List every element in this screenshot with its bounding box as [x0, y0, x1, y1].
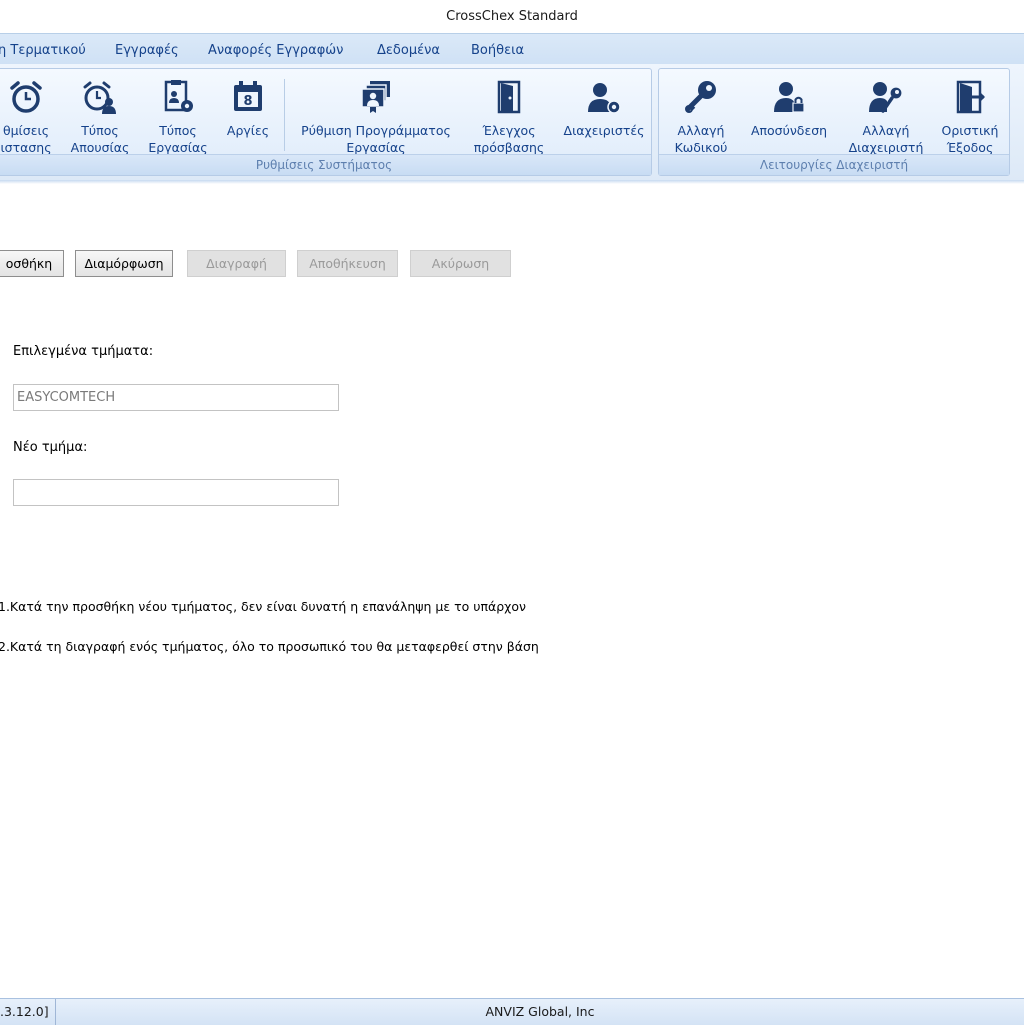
- modify-button[interactable]: Διαμόρφωση: [75, 250, 173, 277]
- selected-departments-label: Επιλεγμένα τμήματα:: [13, 344, 154, 359]
- status-version: .3.12.0]: [0, 999, 56, 1025]
- exit-button[interactable]: Οριστική Έξοδος: [933, 69, 1007, 155]
- change-password-button[interactable]: Αλλαγή Κωδικού: [663, 69, 739, 155]
- selected-departments-field[interactable]: [13, 384, 339, 411]
- status-company: ANVIZ Global, Inc: [485, 1004, 595, 1019]
- exit-icon: [956, 80, 985, 114]
- title-bar: CrossChex Standard: [0, 0, 1024, 32]
- exit-label: Οριστική Έξοδος: [941, 123, 999, 155]
- user-key-icon: [869, 82, 903, 113]
- change-admin-button[interactable]: Αλλαγή Διαχειριστή: [845, 69, 927, 155]
- change-admin-label: Αλλαγή Διαχειριστή: [848, 123, 924, 155]
- status-bar: .3.12.0] ANVIZ Global, Inc: [0, 998, 1024, 1025]
- work-type-button[interactable]: Τύπος Εργασίας: [144, 69, 212, 155]
- add-button[interactable]: οσθήκη: [0, 250, 64, 277]
- schedule-icon: [361, 81, 390, 113]
- admin-functions-caption: Λειτουργίες Διαχειριστή: [659, 154, 1009, 175]
- change-password-label: Αλλαγή Κωδικού: [674, 123, 728, 155]
- menu-data[interactable]: Δεδομένα: [377, 34, 440, 64]
- menu-help[interactable]: Βοήθεια: [471, 34, 524, 64]
- delete-button[interactable]: Διαγραφή: [187, 250, 286, 277]
- holidays-label: Αργίες: [226, 123, 270, 138]
- access-control-button[interactable]: Έλεγχος πρόσβασης: [467, 69, 551, 155]
- absence-type-button[interactable]: Τύπος Απουσίας: [66, 69, 134, 155]
- access-control-label: Έλεγχος πρόσβασης: [473, 123, 545, 155]
- system-settings-caption: Ρυθμίσεις Συστήματος: [0, 154, 651, 175]
- menu-records[interactable]: Εγγραφές: [115, 34, 179, 64]
- alarm-clock-icon: [10, 81, 42, 113]
- ribbon-separator: [284, 79, 285, 151]
- absence-type-label: Τύπος Απουσίας: [70, 123, 130, 155]
- ribbon: θμίσεις ιστασης Τύπος Απουσίας Τύπος Εργ…: [0, 64, 1024, 181]
- absence-clock-user-icon: [83, 81, 116, 114]
- calendar-day: 8: [243, 94, 252, 109]
- menu-bar: η Τερματικού Εγγραφές Αναφορές Εγγραφών …: [0, 33, 1024, 64]
- logout-label: Αποσύνδεση: [750, 123, 828, 138]
- window-title: CrossChex Standard: [446, 8, 578, 24]
- note-delete-department: 2.Κατά τη διαγραφή ενός τμήματος, όλο το…: [0, 639, 539, 654]
- administrators-button[interactable]: Διαχειριστές: [561, 69, 647, 155]
- work-type-label: Τύπος Εργασίας: [148, 123, 208, 155]
- menu-record-reports[interactable]: Αναφορές Εγγραφών: [208, 34, 343, 64]
- work-schedule-button[interactable]: Ρύθμιση Προγράμματος Εργασίας: [292, 69, 460, 155]
- new-department-label: Νέο τμήμα:: [13, 440, 88, 455]
- note-add-department: 1.Κατά την προσθήκη νέου τμήματος, δεν ε…: [0, 599, 527, 614]
- work-type-gear-icon: [164, 80, 193, 112]
- calendar-icon: 8: [234, 81, 262, 111]
- attendance-settings-button[interactable]: θμίσεις ιστασης: [0, 69, 59, 155]
- logout-button[interactable]: Αποσύνδεση: [745, 69, 833, 155]
- work-schedule-label: Ρύθμιση Προγράμματος Εργασίας: [301, 123, 451, 155]
- user-lock-icon: [774, 82, 805, 113]
- attendance-settings-label: θμίσεις ιστασης: [0, 123, 52, 155]
- save-button[interactable]: Αποθήκευση: [297, 250, 398, 277]
- ribbon-group-admin-functions: Αλλαγή Κωδικού Αποσύνδεση Αλλαγή Διαχειρ…: [658, 68, 1010, 176]
- ribbon-group-system-settings: θμίσεις ιστασης Τύπος Απουσίας Τύπος Εργ…: [0, 68, 652, 176]
- key-icon: [685, 81, 716, 113]
- door-icon: [497, 80, 521, 114]
- menu-terminal[interactable]: η Τερματικού: [0, 34, 86, 64]
- cancel-button[interactable]: Ακύρωση: [410, 250, 511, 277]
- ribbon-shadow: [0, 180, 1024, 184]
- new-department-input[interactable]: [13, 479, 339, 506]
- holidays-button[interactable]: 8 Αργίες: [219, 69, 277, 155]
- admin-gear-icon: [588, 83, 621, 114]
- administrators-label: Διαχειριστές: [563, 123, 645, 138]
